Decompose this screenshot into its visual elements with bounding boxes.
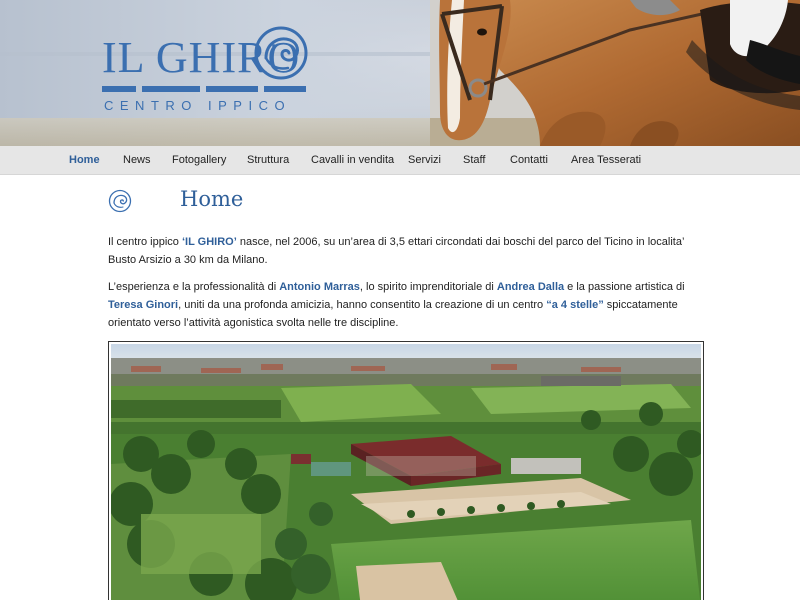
horse-rider-image bbox=[430, 0, 800, 146]
nav-item-struttura[interactable]: Struttura bbox=[247, 146, 289, 175]
centre-name: ‘IL GHIRO’ bbox=[181, 236, 237, 248]
page-title: Home bbox=[180, 187, 244, 211]
nav-item-area-tesserati[interactable]: Area Tesserati bbox=[571, 146, 641, 175]
squirrel-icon bbox=[254, 26, 308, 80]
nav-item-contatti[interactable]: Contatti bbox=[510, 146, 548, 175]
founder-name: Andrea Dalla bbox=[496, 281, 565, 293]
squirrel-icon bbox=[108, 189, 132, 213]
header-banner: IL GHIRO CENTRO IPPICO bbox=[0, 0, 800, 146]
aerial-photo-frame bbox=[108, 341, 704, 600]
logo-bars bbox=[102, 86, 306, 92]
founder-name: Antonio Marras bbox=[279, 281, 360, 293]
main-nav: Home News Fotogallery Struttura Cavalli … bbox=[0, 146, 800, 175]
site-logo[interactable]: IL GHIRO CENTRO IPPICO bbox=[102, 26, 312, 118]
intro-paragraph: Il centro ippico ‘IL GHIRO’ nasce, nel 2… bbox=[108, 236, 684, 266]
rating-highlight: “a 4 stelle” bbox=[546, 299, 604, 311]
founder-name: Teresa Ginori bbox=[108, 299, 179, 311]
nav-item-fotogallery[interactable]: Fotogallery bbox=[172, 146, 226, 175]
nav-item-home[interactable]: Home bbox=[69, 146, 100, 175]
nav-item-cavalli-in-vendita[interactable]: Cavalli in vendita bbox=[311, 146, 394, 175]
nav-item-news[interactable]: News bbox=[123, 146, 151, 175]
nav-item-servizi[interactable]: Servizi bbox=[408, 146, 441, 175]
logo-tagline: CENTRO IPPICO bbox=[104, 98, 292, 113]
nav-item-staff[interactable]: Staff bbox=[463, 146, 485, 175]
aerial-photo bbox=[111, 344, 701, 600]
founders-paragraph: L’esperienza e la professionalità di Ant… bbox=[108, 281, 685, 329]
